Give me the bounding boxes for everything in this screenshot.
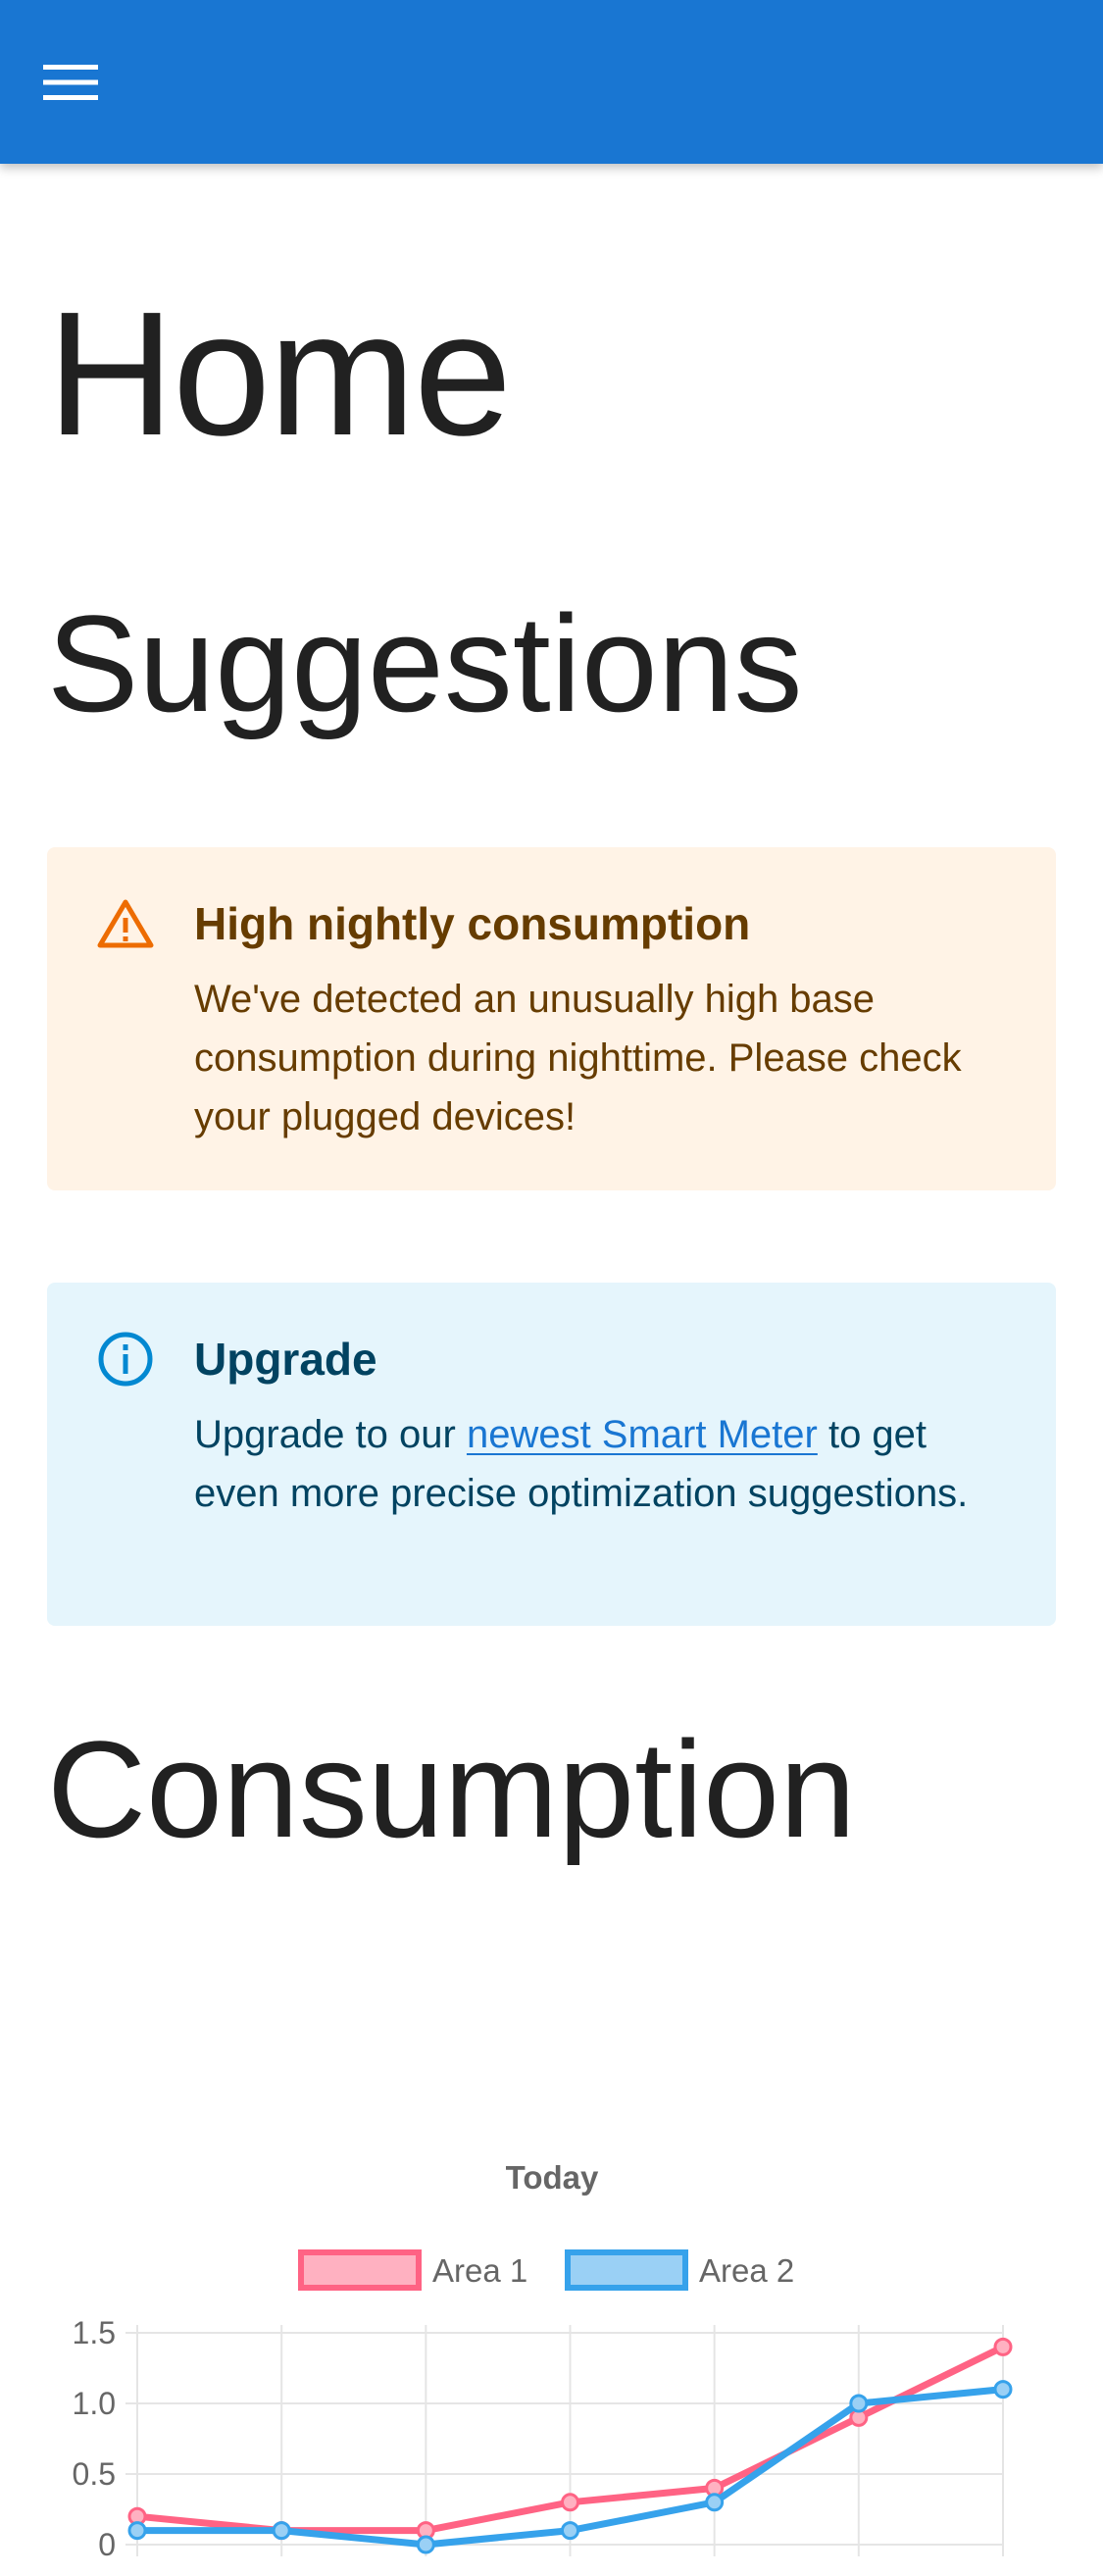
page-title: Home	[47, 276, 512, 473]
info-alert-text-before: Upgrade to our	[194, 1413, 467, 1456]
info-alert: Upgrade Upgrade to our newest Smart Mete…	[47, 1283, 1056, 1626]
legend-label: Area 2	[699, 2252, 794, 2289]
menu-icon	[43, 65, 98, 100]
data-point	[127, 2521, 147, 2541]
line-chart: Today Area 1 Area 2 0 0.5 1.0 1.5	[73, 2159, 1013, 2556]
consumption-chart: Today Area 1 Area 2 0 0.5 1.0 1.5	[47, 1988, 1056, 2576]
consumption-heading: Consumption	[47, 1712, 856, 1866]
warning-alert: High nightly consumption We've detected …	[47, 847, 1056, 1190]
y-tick-label: 0.5	[73, 2456, 116, 2492]
menu-button[interactable]	[22, 43, 120, 122]
y-tick-label: 1.0	[73, 2386, 116, 2421]
chart-title: Today	[506, 2159, 599, 2196]
legend-swatch	[565, 2249, 688, 2291]
data-point	[993, 2380, 1013, 2399]
legend-label: Area 1	[432, 2252, 527, 2289]
data-point	[561, 2493, 579, 2512]
y-tick-label: 1.5	[73, 2315, 116, 2350]
info-alert-message: Upgrade to our newest Smart Meter to get…	[194, 1405, 1008, 1523]
data-point	[849, 2394, 869, 2413]
data-point	[705, 2493, 725, 2512]
info-icon	[98, 1332, 153, 1387]
app-bar	[0, 0, 1103, 164]
suggestions-heading: Suggestions	[47, 586, 803, 740]
data-point	[416, 2535, 435, 2554]
warning-alert-message: We've detected an unusually high base co…	[194, 978, 962, 1138]
info-alert-title: Upgrade	[194, 1334, 377, 1385]
warning-icon	[97, 899, 154, 948]
y-tick-label: 0	[98, 2527, 116, 2556]
smart-meter-link[interactable]: newest Smart Meter	[467, 1413, 818, 1456]
data-point	[272, 2521, 291, 2541]
warning-alert-title: High nightly consumption	[194, 898, 751, 949]
legend-swatch	[298, 2249, 422, 2291]
data-point	[993, 2337, 1013, 2356]
data-point	[561, 2521, 579, 2541]
